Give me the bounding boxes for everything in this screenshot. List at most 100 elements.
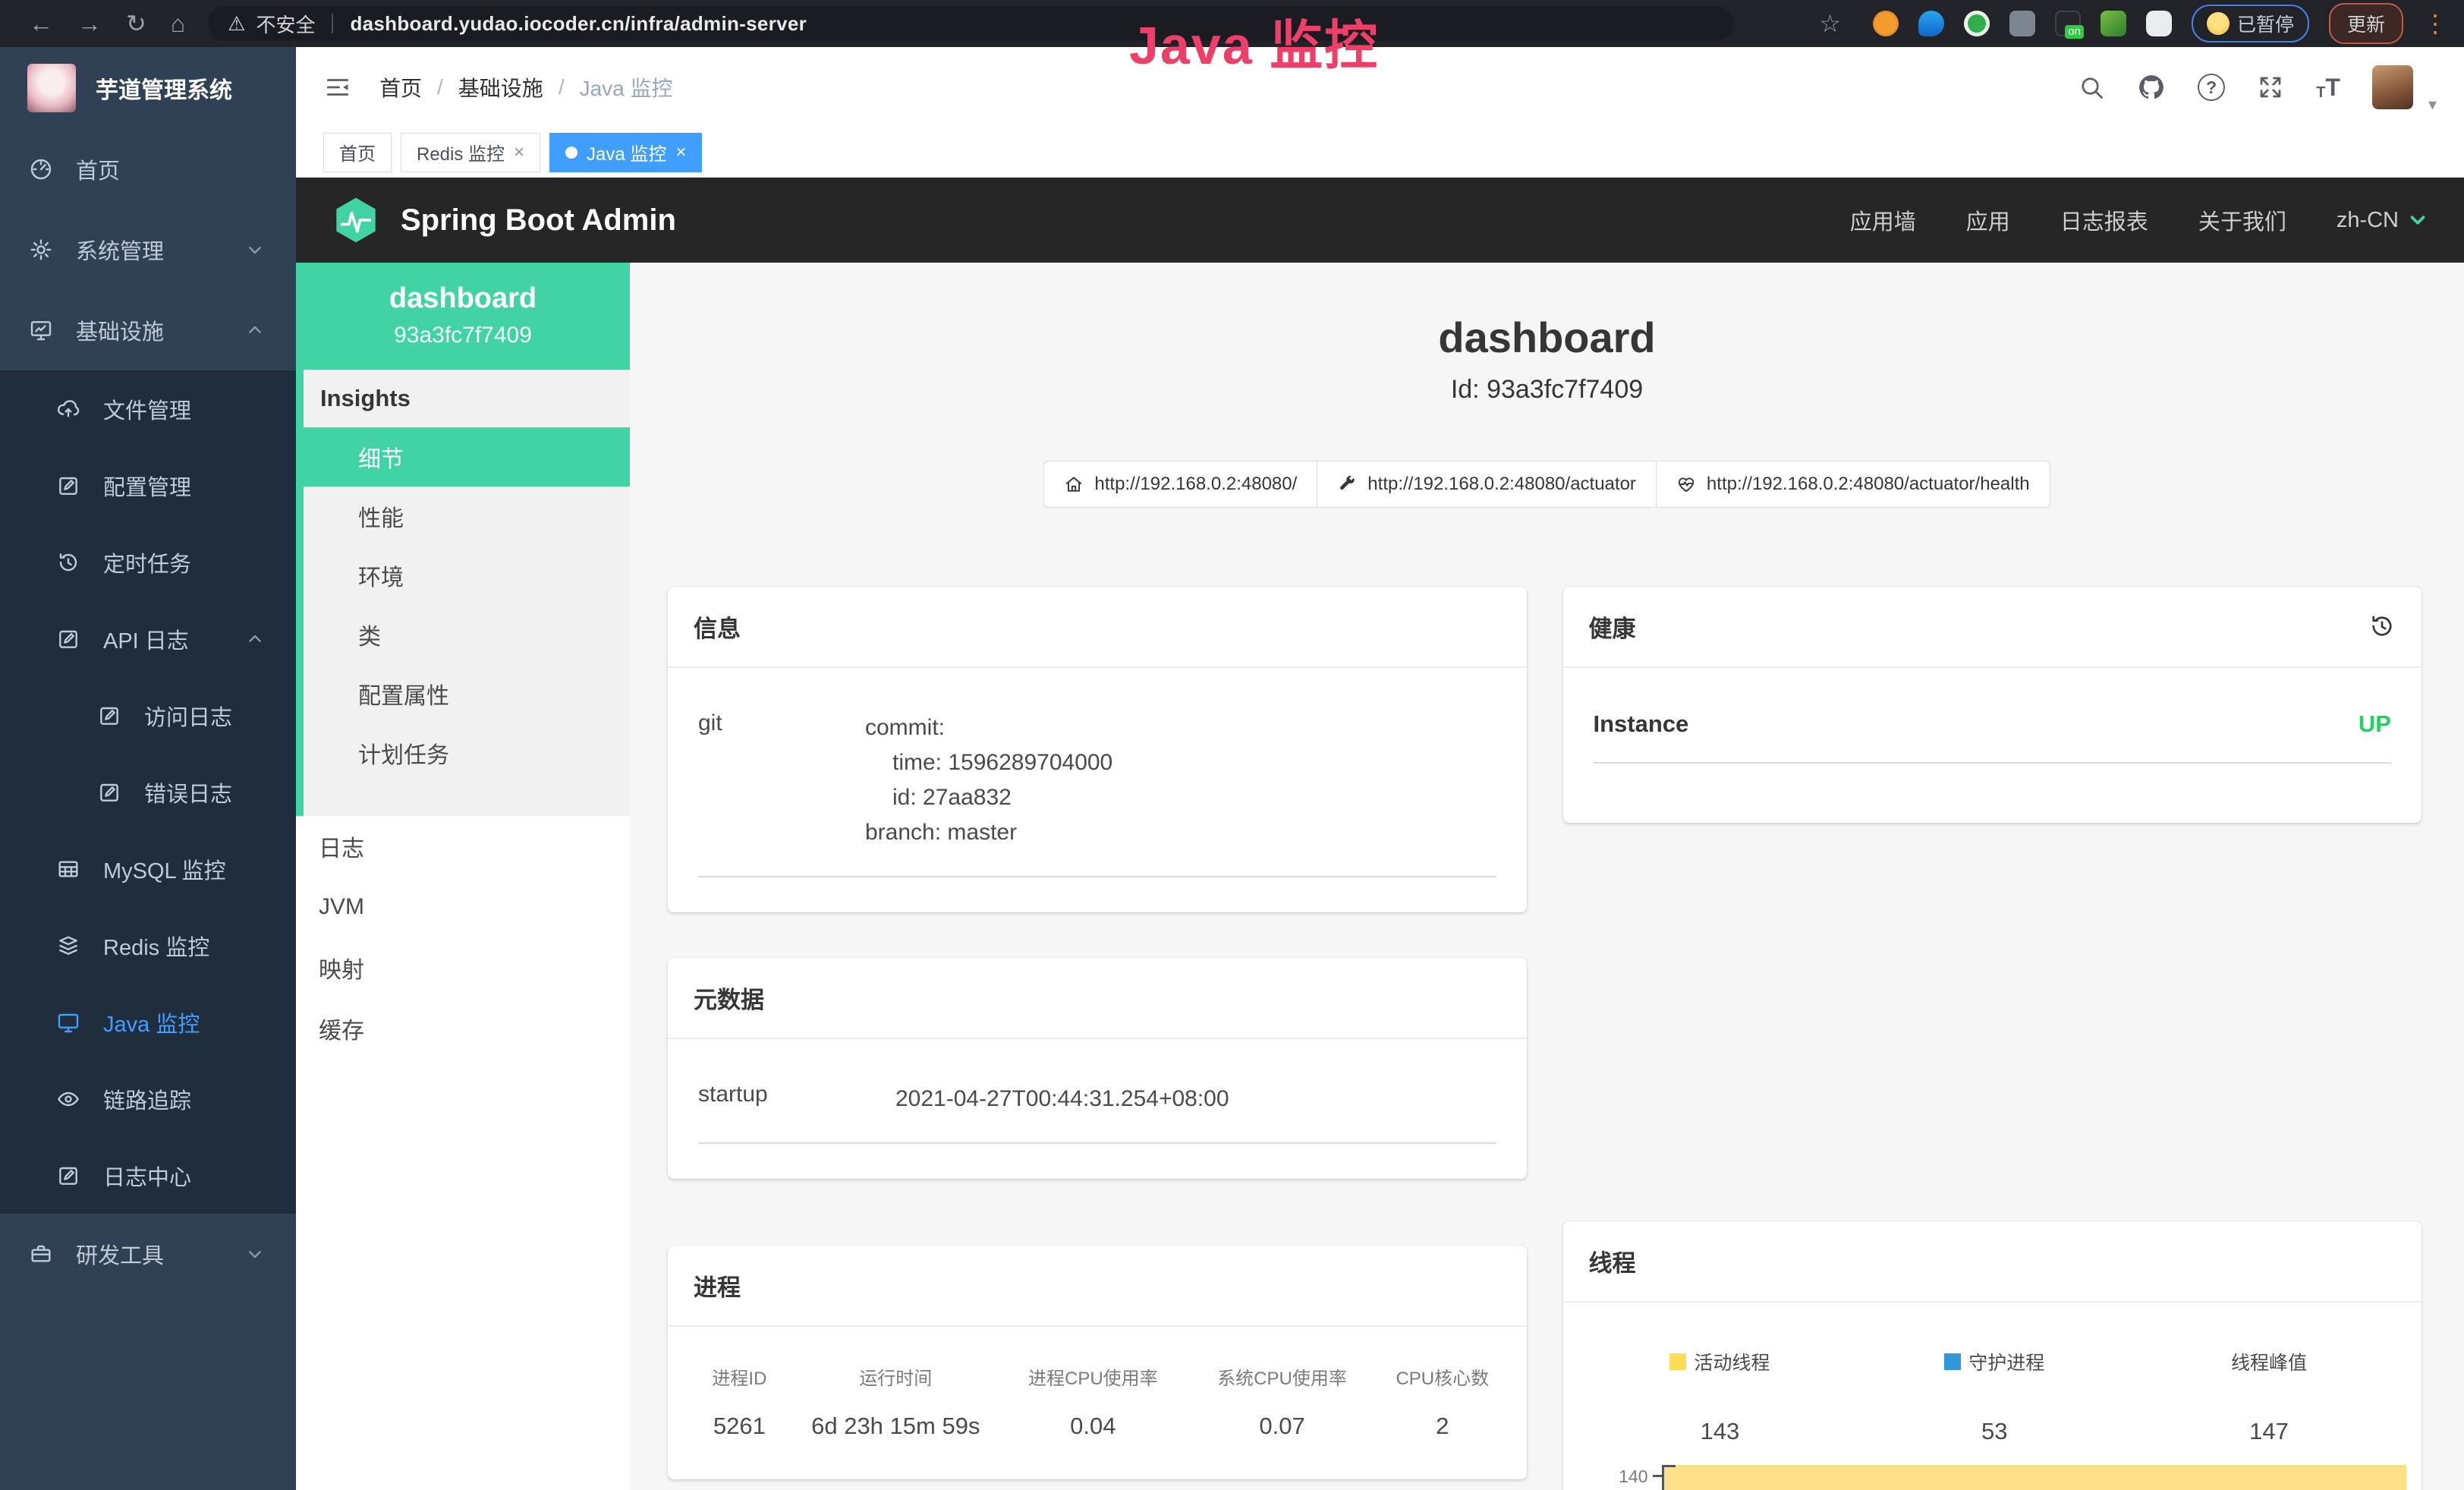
sidebar-item-error-log[interactable]: 错误日志: [0, 754, 296, 830]
y-tick: 140: [1619, 1466, 1647, 1487]
sidebar-item-java-monitor[interactable]: Java 监控: [0, 984, 296, 1060]
extension-icon-1[interactable]: [1873, 11, 1899, 36]
instance-nav-details[interactable]: 细节: [304, 427, 630, 487]
sidebar-item-api-log[interactable]: API 日志: [0, 600, 296, 677]
instance-nav-caches[interactable]: 缓存: [296, 998, 630, 1059]
insights-group: Insights 细节 性能 环境 类 配置属性 计划任务: [296, 370, 630, 816]
chevron-up-icon: [243, 318, 267, 342]
threads-card: 线程 活动线程 143: [1563, 1221, 2422, 1490]
sidebar-item-log-center[interactable]: 日志中心: [0, 1137, 296, 1214]
sidebar-item-label: 文件管理: [103, 393, 191, 425]
actuator-url: http://192.168.0.2:48080/actuator: [1367, 474, 1636, 495]
sba-link-about[interactable]: 关于我们: [2198, 204, 2286, 236]
fullscreen-icon[interactable]: [2257, 74, 2284, 101]
sba-locale-select[interactable]: zh-CN: [2337, 208, 2429, 233]
instance-nav-mappings[interactable]: 映射: [296, 937, 630, 998]
y-tick-mark: [1653, 1475, 1662, 1477]
instance-nav-environment[interactable]: 环境: [304, 546, 630, 605]
breadcrumb-infra[interactable]: 基础设施: [458, 72, 543, 102]
git-value: commit: time: 1596289704000 id: 27aa832 …: [865, 710, 1112, 850]
paused-label: 已暂停: [2237, 10, 2294, 37]
card-title: 健康: [1589, 610, 1636, 644]
breadcrumb-home[interactable]: 首页: [379, 72, 422, 102]
process-card-body: 进程ID 5261 运行时间 6d 23h 15m 59s 进程CPU使用率: [668, 1327, 1527, 1479]
git-commit-line: commit:: [865, 710, 1112, 745]
chart-area-fill: [1662, 1465, 2407, 1490]
instance-nav-config-props[interactable]: 配置属性: [304, 664, 630, 723]
sba-brand[interactable]: Spring Boot Admin: [331, 195, 676, 245]
app-header: 首页 / 基础设施 / Java 监控 ? TT ▾: [296, 47, 2464, 128]
tab-home[interactable]: 首页: [323, 133, 392, 172]
instance-nav-jvm[interactable]: JVM: [296, 877, 630, 937]
browser-update-button[interactable]: 更新: [2329, 3, 2403, 44]
extension-icon-grid[interactable]: [2009, 11, 2035, 36]
sba-link-applications[interactable]: 应用: [1966, 204, 2010, 236]
avatar-caret-icon[interactable]: ▾: [2428, 95, 2437, 115]
tab-redis-monitor[interactable]: Redis 监控 ×: [401, 133, 540, 172]
search-icon[interactable]: [2078, 74, 2105, 101]
sidebar-item-jobs[interactable]: 定时任务: [0, 524, 296, 600]
health-url-button[interactable]: http://192.168.0.2:48080/actuator/health: [1656, 461, 2050, 508]
sidebar-item-home[interactable]: 首页: [0, 129, 296, 209]
page-url[interactable]: dashboard.yudao.iocoder.cn/infra/admin-s…: [350, 12, 807, 36]
help-icon[interactable]: ?: [2198, 74, 2225, 101]
sidebar-item-access-log[interactable]: 访问日志: [0, 677, 296, 754]
tab-close-icon[interactable]: ×: [514, 142, 524, 163]
browser-menu-icon[interactable]: ⋮: [2423, 9, 2447, 38]
sidebar-item-label: MySQL 监控: [103, 853, 226, 885]
instance-nav-logs[interactable]: 日志: [296, 816, 630, 877]
tab-java-monitor[interactable]: Java 监控 ×: [549, 133, 702, 172]
sidebar-item-dev-tools[interactable]: 研发工具: [0, 1214, 296, 1294]
sidebar-item-infra[interactable]: 基础设施: [0, 290, 296, 370]
browser-reload-icon[interactable]: ↻: [126, 9, 146, 38]
extension-icon-switch[interactable]: on: [2055, 11, 2081, 36]
sidebar-toggle-icon[interactable]: [323, 73, 352, 102]
sidebar-item-config[interactable]: 配置管理: [0, 447, 296, 524]
service-url-button[interactable]: http://192.168.0.2:48080/: [1043, 461, 1317, 508]
github-icon[interactable]: [2137, 73, 2166, 102]
health-history-icon[interactable]: [2368, 613, 2396, 640]
url-bar[interactable]: ⚠ 不安全 dashboard.yudao.iocoder.cn/infra/a…: [208, 6, 1733, 41]
startup-row: startup 2021-04-27T00:44:31.254+08:00: [698, 1082, 1496, 1144]
extension-icon-green[interactable]: [1964, 11, 1990, 36]
sidebar-item-mysql[interactable]: MySQL 监控: [0, 830, 296, 907]
browser-forward-icon[interactable]: →: [77, 10, 102, 38]
tab-label: Java 监控: [587, 139, 666, 165]
instance-nav-classes[interactable]: 类: [304, 605, 630, 664]
tab-label: Redis 监控: [417, 139, 505, 165]
thread-stat-live: 活动线程 143: [1583, 1348, 1858, 1445]
extension-icon-puzzle[interactable]: [2146, 11, 2172, 36]
process-col-uptime: 运行时间 6d 23h 15m 59s: [793, 1363, 999, 1440]
process-col-sys-cpu: 系统CPU使用率 0.07: [1188, 1363, 1377, 1440]
sidebar-item-files[interactable]: 文件管理: [0, 370, 296, 447]
instance-nav-scheduled-tasks[interactable]: 计划任务: [304, 723, 630, 783]
thread-stat-daemon: 守护进程 53: [1857, 1348, 2132, 1445]
sidebar-item-system[interactable]: 系统管理: [0, 209, 296, 290]
tab-label: 首页: [339, 139, 376, 165]
profile-paused-badge[interactable]: 已暂停: [2192, 5, 2309, 43]
extension-icon-pin[interactable]: [1918, 11, 1944, 36]
sidebar-item-tracing[interactable]: 链路追踪: [0, 1060, 296, 1137]
app-logo[interactable]: 芋道管理系统: [0, 47, 296, 129]
bookmark-star-icon[interactable]: ☆: [1819, 9, 1841, 38]
user-avatar[interactable]: [2372, 65, 2413, 109]
cell-value: 0.04: [999, 1413, 1188, 1440]
security-label[interactable]: 不安全: [256, 10, 315, 38]
sba-link-wallboard[interactable]: 应用墙: [1850, 204, 1916, 236]
tag-view-bar: 首页 Redis 监控 × Java 监控 ×: [296, 128, 2464, 178]
extension-icon-leaf[interactable]: [2101, 11, 2126, 36]
sidebar-item-label: 基础设施: [76, 314, 164, 346]
instance-header[interactable]: dashboard 93a3fc7f7409: [296, 263, 630, 370]
font-size-icon[interactable]: TT: [2316, 74, 2340, 102]
instance-nav-metrics[interactable]: 性能: [304, 487, 630, 546]
sidebar-item-redis[interactable]: Redis 监控: [0, 907, 296, 984]
sba-link-journal[interactable]: 日志报表: [2060, 204, 2148, 236]
tab-close-icon[interactable]: ×: [675, 142, 686, 163]
browser-back-icon[interactable]: ←: [29, 10, 53, 38]
metadata-card-body: startup 2021-04-27T00:44:31.254+08:00: [668, 1039, 1527, 1179]
startup-label: startup: [698, 1082, 895, 1117]
sidebar-item-label: 配置管理: [103, 470, 191, 502]
legend-yellow-swatch: [1669, 1353, 1686, 1370]
actuator-url-button[interactable]: http://192.168.0.2:48080/actuator: [1317, 461, 1657, 508]
browser-home-icon[interactable]: ⌂: [171, 10, 185, 38]
